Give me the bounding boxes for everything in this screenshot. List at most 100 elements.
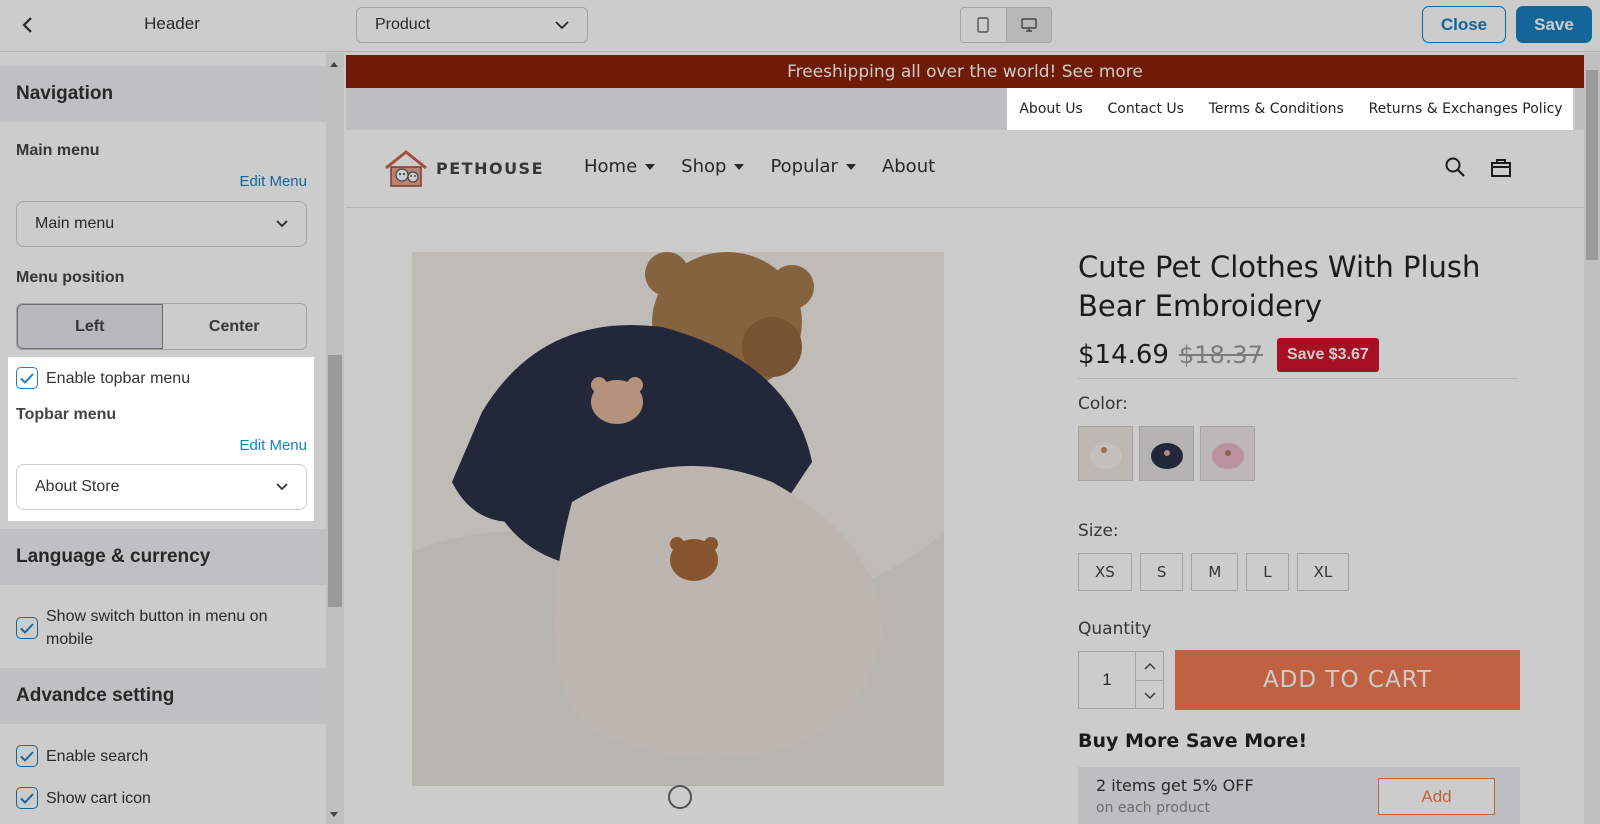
quantity-label: Quantity [1078,619,1152,639]
section-heading-navigation: Navigation [0,66,326,122]
nav-item-shop[interactable]: Shop [681,156,745,177]
nav-label: Shop [681,156,727,177]
dog-house-logo-icon [385,150,427,187]
nav-item-about[interactable]: About [882,156,935,177]
check-icon [20,622,34,634]
menu-position-label: Menu position [16,269,125,286]
topbar-menu: About Us Contact Us Terms & Conditions R… [1007,88,1575,130]
topbar-link-returns[interactable]: Returns & Exchanges Policy [1369,101,1563,117]
main-menu-edit-link[interactable]: Edit Menu [239,173,307,190]
topbar-link-terms[interactable]: Terms & Conditions [1209,101,1344,117]
caret-down-icon [645,163,656,170]
size-option-xl[interactable]: XL [1296,553,1350,591]
swatch-pink-image [1211,442,1244,469]
menu-position-left[interactable]: Left [17,304,163,349]
menu-position-toggle: Left Center [16,303,307,350]
store-preview: Freeshipping all over the world! See mor… [346,53,1584,824]
main-menu-select-value: Main menu [35,215,115,232]
chevron-down-icon [276,220,288,228]
store-logo[interactable]: PETHOUSE [382,148,544,188]
caret-down-icon [734,163,745,170]
compare-price: $18.37 [1178,341,1263,369]
topbar-menu-edit-link[interactable]: Edit Menu [239,437,307,454]
price-row: $14.69 $18.37 Save $3.67 [1078,338,1379,372]
close-button[interactable]: Close [1422,6,1506,43]
topbar-menu-label: Topbar menu [16,406,117,423]
color-swatch-navy[interactable] [1139,426,1194,481]
nav-label: About [881,156,936,177]
section-heading-advanced: Advandce setting [0,668,326,724]
product-image[interactable] [412,252,944,786]
size-options: XS S M L XL [1078,553,1350,591]
check-icon [20,792,34,804]
scroll-up-arrow-icon[interactable] [330,62,338,67]
sidebar-scrollbar-thumb[interactable] [328,355,342,607]
show-cart-row[interactable]: Show cart icon [16,787,151,810]
back-button[interactable] [14,12,40,38]
desktop-icon [1021,18,1037,32]
offer-add-button[interactable]: Add [1378,778,1495,815]
main-menu-select[interactable]: Main menu [16,201,307,247]
color-swatches [1078,426,1255,481]
switch-button-row[interactable]: Show switch button in menu on mobile [16,605,306,651]
nav-item-popular[interactable]: Popular [770,156,856,177]
header-icons [1444,156,1512,178]
chevron-up-icon [1144,662,1155,669]
settings-sidebar: Navigation Main menu Edit Menu Main menu… [0,53,326,824]
save-button[interactable]: Save [1516,6,1592,43]
chevron-down-icon [555,20,569,29]
main-menu-label: Main menu [16,142,100,159]
main-navigation: Home Shop Popular About [584,156,935,177]
quantity-decrease-button[interactable] [1136,681,1163,710]
check-icon [20,750,34,762]
desktop-view-button[interactable] [1005,8,1051,42]
size-label: Size: [1078,521,1119,541]
logo-text: PETHOUSE [436,158,545,178]
size-option-m[interactable]: M [1191,553,1239,591]
quantity-stepper [1135,651,1164,709]
product-photo-image [412,252,944,786]
quantity-input[interactable]: 1 [1078,651,1136,709]
search-icon[interactable] [1444,156,1466,178]
topbar-link-about[interactable]: About Us [1019,101,1082,117]
show-cart-checkbox[interactable] [16,787,38,809]
mobile-icon [977,17,989,33]
scroll-down-arrow-icon[interactable] [330,812,338,817]
show-cart-label: Show cart icon [46,790,151,807]
mobile-view-button[interactable] [961,8,1006,42]
bundle-heading: Buy More Save More! [1078,730,1308,752]
bundle-offer: 2 items get 5% OFF on each product Add [1078,767,1520,824]
enable-topbar-checkbox[interactable] [16,367,38,389]
swatch-navy-image [1150,442,1183,469]
preview-scrollbar-thumb[interactable] [1586,70,1598,260]
size-option-l[interactable]: L [1246,553,1289,591]
menu-position-center[interactable]: Center [163,304,307,349]
product-title: Cute Pet Clothes With Plush Bear Embroid… [1078,250,1481,323]
page-template-select[interactable]: Product [356,7,588,43]
cart-bag-icon[interactable] [1490,156,1512,178]
add-to-cart-button[interactable]: ADD TO CART [1175,650,1520,710]
size-option-xs[interactable]: XS [1078,553,1132,591]
color-swatch-pink[interactable] [1200,426,1255,481]
switch-button-checkbox[interactable] [16,617,38,639]
nav-label: Home [584,156,638,177]
enable-search-row[interactable]: Enable search [16,745,148,768]
switch-button-label: Show switch button in menu on mobile [46,608,268,648]
nav-item-home[interactable]: Home [584,156,656,177]
size-option-s[interactable]: S [1139,553,1184,591]
color-swatch-white[interactable] [1078,426,1133,481]
editor-topbar: Header Product Close Save [0,0,1600,52]
divider [1078,378,1518,379]
topbar-link-contact[interactable]: Contact Us [1107,101,1183,117]
device-toggle [960,7,1052,43]
enable-topbar-menu-row[interactable]: Enable topbar menu [16,367,190,390]
topbar-menu-select[interactable]: About Store [16,464,307,510]
nav-label: Popular [770,156,838,177]
save-badge: Save $3.67 [1276,338,1379,372]
panel-title: Header [144,14,200,33]
quantity-increase-button[interactable] [1136,652,1163,681]
enable-search-checkbox[interactable] [16,745,38,767]
announcement-bar[interactable]: Freeshipping all over the world! See mor… [346,55,1584,88]
color-label: Color: [1078,394,1128,414]
offer-subtitle: on each product [1096,800,1210,816]
